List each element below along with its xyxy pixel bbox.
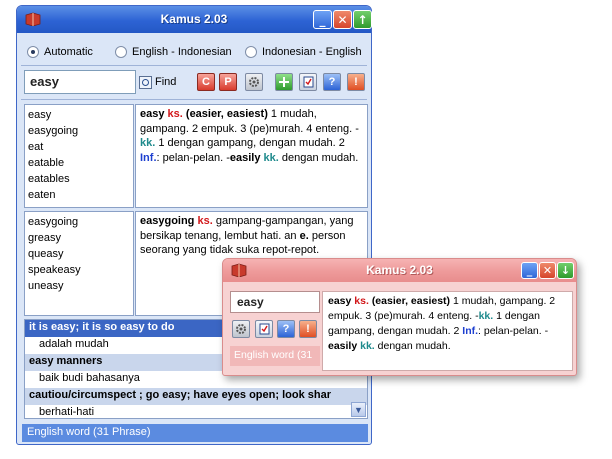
def-pos: kk. bbox=[263, 151, 279, 164]
list-item[interactable]: easy bbox=[28, 107, 130, 123]
list-item[interactable]: eat bbox=[28, 139, 130, 155]
phrase-indonesian[interactable]: berhati-hati bbox=[25, 405, 367, 418]
phrase-english[interactable]: cautiou/circumspect ; go easy; have eyes… bbox=[25, 388, 367, 405]
def-pos: ks. bbox=[167, 108, 183, 120]
def-headword: easygoing bbox=[140, 215, 195, 227]
magnifier-icon bbox=[139, 75, 152, 89]
def-pos: ks. bbox=[354, 295, 369, 307]
list-item[interactable]: eaten bbox=[28, 187, 130, 203]
list-item[interactable]: eatables bbox=[28, 171, 130, 187]
list-item[interactable]: queasy bbox=[28, 246, 130, 262]
list-item[interactable]: easygoing bbox=[28, 123, 130, 139]
mini-close-button[interactable]: ✕ bbox=[539, 262, 556, 279]
scroll-down-icon[interactable]: ▼ bbox=[351, 402, 366, 417]
always-on-top-button[interactable]: ↑ bbox=[353, 10, 372, 29]
list-item[interactable]: speakeasy bbox=[28, 262, 130, 278]
divider bbox=[21, 99, 367, 100]
list-item[interactable]: easygoing bbox=[28, 214, 130, 230]
def-derived-word: easily bbox=[229, 151, 261, 164]
word-list-related[interactable]: easygoing greasy queasy speakeasy uneasy bbox=[24, 211, 134, 316]
radio-automatic[interactable]: Automatic bbox=[27, 43, 115, 61]
mini-help-button[interactable]: ? bbox=[277, 320, 295, 338]
checklist-icon bbox=[259, 323, 269, 335]
main-window: Kamus 2.03 _ ✕ ↑ Automatic English - Ind… bbox=[16, 5, 372, 445]
def-forms: (easier, easiest) bbox=[185, 108, 268, 120]
def-sense: : pelan-pelan. - bbox=[478, 325, 549, 337]
radio-dot-icon bbox=[115, 46, 127, 58]
def-label: Inf. bbox=[140, 151, 157, 164]
warning-button[interactable]: ! bbox=[347, 73, 365, 91]
mini-titlebar[interactable]: Kamus 2.03 _ ✕ ↓ bbox=[223, 259, 576, 282]
mini-definition-panel: easy ks. (easier, easiest) 1 mudah, gamp… bbox=[322, 291, 573, 371]
paste-button[interactable]: P bbox=[219, 73, 237, 91]
status-bar: English word (31 Phrase) bbox=[22, 424, 368, 442]
list-item[interactable]: uneasy bbox=[28, 278, 130, 294]
mini-status-bar: English word (31 bbox=[230, 346, 320, 366]
checklist-button[interactable] bbox=[299, 73, 317, 91]
divider bbox=[21, 65, 367, 66]
list-item[interactable]: greasy bbox=[28, 230, 130, 246]
list-item[interactable]: eatable bbox=[28, 155, 130, 171]
def-pos: ks. bbox=[197, 215, 213, 227]
checklist-icon bbox=[303, 76, 313, 88]
radio-id-en-label: Indonesian - English bbox=[262, 46, 362, 58]
add-icon bbox=[279, 77, 289, 87]
mini-restore-button[interactable]: ↓ bbox=[557, 262, 574, 279]
def-sense: : pelan-pelan. - bbox=[156, 151, 230, 164]
mini-search-input[interactable]: easy bbox=[230, 291, 320, 313]
radio-dot-icon bbox=[27, 46, 39, 58]
close-button[interactable]: ✕ bbox=[333, 10, 352, 29]
mini-checklist-button[interactable] bbox=[255, 320, 273, 338]
def-derived-word: easily bbox=[328, 340, 358, 352]
def-label: Inf. bbox=[462, 325, 479, 337]
help-button[interactable]: ? bbox=[323, 73, 341, 91]
def-sense: dengan mudah. bbox=[281, 151, 359, 164]
find-button[interactable]: Find bbox=[137, 71, 181, 93]
mini-minimize-button[interactable]: _ bbox=[521, 262, 538, 279]
def-pos: kk. bbox=[478, 310, 494, 322]
def-pos: kk. bbox=[140, 137, 156, 149]
def-sense: 1 dengan gampang, dengan mudah. 2 bbox=[158, 137, 345, 149]
minimize-button[interactable]: _ bbox=[313, 10, 332, 29]
radio-indonesian-english[interactable]: Indonesian - English bbox=[245, 43, 362, 61]
def-label: e. bbox=[299, 229, 309, 242]
def-headword: easy bbox=[328, 295, 352, 307]
main-titlebar[interactable]: Kamus 2.03 _ ✕ ↑ bbox=[17, 6, 372, 33]
gear-icon bbox=[236, 324, 246, 334]
mini-window: Kamus 2.03 _ ✕ ↓ easy ? ! English word (… bbox=[222, 258, 577, 376]
def-forms: (easier, easiest) bbox=[371, 295, 451, 307]
radio-dot-icon bbox=[245, 46, 257, 58]
definition-panel-primary: easy ks. (easier, easiest) 1 mudah, gamp… bbox=[135, 104, 368, 208]
copy-button[interactable]: C bbox=[197, 73, 215, 91]
radio-english-indonesian[interactable]: English - Indonesian bbox=[115, 43, 245, 61]
mini-settings-button[interactable] bbox=[232, 320, 250, 338]
direction-radio-group: Automatic English - Indonesian Indonesia… bbox=[27, 43, 367, 61]
gear-icon bbox=[249, 77, 259, 87]
def-pos: kk. bbox=[360, 340, 375, 352]
radio-en-id-label: English - Indonesian bbox=[132, 46, 232, 58]
find-label: Find bbox=[155, 76, 177, 88]
search-input[interactable]: easy bbox=[24, 70, 136, 94]
radio-automatic-label: Automatic bbox=[44, 46, 93, 58]
word-list-primary[interactable]: easy easygoing eat eatable eatables eate… bbox=[24, 104, 134, 208]
add-word-button[interactable] bbox=[275, 73, 293, 91]
mini-warning-button[interactable]: ! bbox=[299, 320, 317, 338]
def-sense: dengan mudah. bbox=[377, 340, 451, 352]
def-headword: easy bbox=[140, 108, 165, 120]
settings-button[interactable] bbox=[245, 73, 263, 91]
